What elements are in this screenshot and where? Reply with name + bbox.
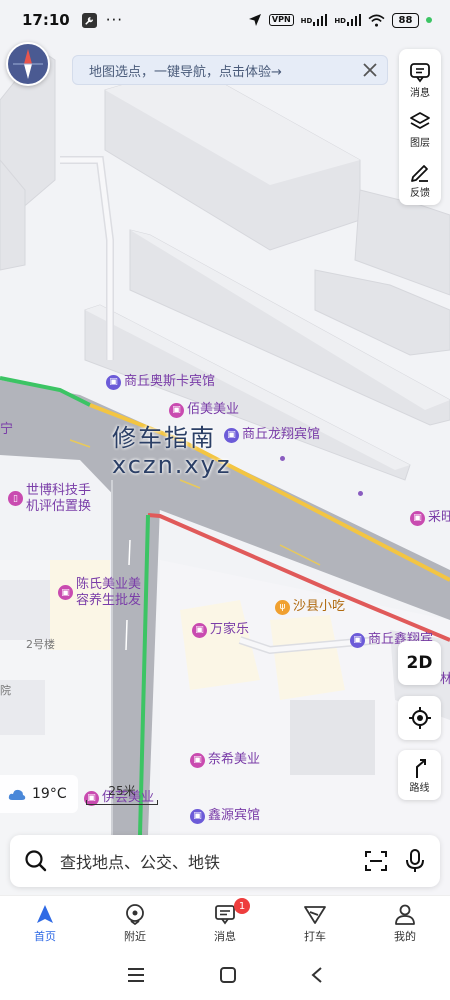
poi-longxiang-hotel[interactable]: ▣ 商丘龙翔宾馆 — [224, 427, 320, 443]
notification-badge: 1 — [234, 898, 250, 914]
nav-messages[interactable]: 消息 1 — [180, 896, 270, 950]
back-icon[interactable] — [310, 966, 324, 984]
search-icon — [25, 850, 47, 872]
microphone-icon[interactable] — [404, 849, 426, 873]
wifi-icon — [368, 14, 385, 27]
poi-shaxian[interactable]: ψ 沙县小吃 — [275, 599, 345, 615]
route-button[interactable]: 路线 — [398, 750, 441, 800]
feedback-tool-button[interactable]: 反馈 — [409, 155, 431, 205]
weather-widget[interactable]: 19°C — [0, 775, 78, 813]
watermark: 修车指南 xczn.xyz — [112, 425, 231, 479]
bottom-navigation: 首页 附近 消息 1 打车 我的 — [0, 895, 450, 950]
watermark-title: 修车指南 — [112, 424, 216, 452]
map-scale-label: 25米 — [108, 784, 136, 798]
profile-icon — [395, 904, 415, 925]
search-placeholder[interactable]: 查找地点、公交、地铁 — [60, 849, 348, 873]
status-time: 17:10 — [22, 11, 70, 29]
poi-osca-hotel[interactable]: ▣ 商丘奥斯卡宾馆 — [106, 374, 215, 390]
pencil-icon — [411, 165, 428, 182]
tip-banner[interactable]: 地图选点，一键导航，点击体验→ — [72, 55, 388, 85]
cloud-icon — [8, 789, 26, 800]
poi-baimei[interactable]: ▣ 佰美美业 — [169, 402, 239, 418]
map-mode-2d-button[interactable]: 2D — [398, 641, 441, 685]
poi-xinyuan-hotel[interactable]: ▣ 鑫源宾馆 — [190, 808, 260, 824]
poi-caiwang[interactable]: ▣ 采旺 — [410, 510, 450, 526]
phone-shop-icon: ▯ — [8, 491, 23, 506]
layers-icon — [410, 112, 430, 129]
nav-profile[interactable]: 我的 — [360, 896, 450, 950]
menu-icon[interactable] — [126, 967, 146, 983]
tip-banner-text: 地图选点，一键导航，点击体验→ — [89, 64, 282, 80]
shop-icon: ▣ — [169, 402, 184, 418]
weather-temperature: 19°C — [32, 786, 67, 802]
map-scale-bar — [86, 800, 158, 805]
signal-icon-2: HD — [334, 14, 361, 26]
poi-chen[interactable]: ▣ 陈氏美业美容养生批发 — [58, 577, 143, 609]
privacy-indicator-dot — [426, 17, 432, 23]
battery-icon: 88 — [392, 12, 419, 28]
map-tool-panel: 消息 图层 反馈 — [399, 49, 441, 205]
nav-taxi[interactable]: 打车 — [270, 896, 360, 950]
taxi-icon — [304, 905, 326, 924]
poi-shibo[interactable]: ▯ 世博科技手机评估置换 — [8, 483, 93, 515]
wrench-icon — [81, 12, 97, 28]
crosshair-icon — [408, 707, 431, 729]
hotel-icon: ▣ — [106, 374, 121, 390]
signal-icon: HD — [301, 14, 328, 26]
nearby-pin-icon — [126, 903, 144, 925]
map-scale: 25米 — [86, 782, 158, 805]
home-arrow-icon — [37, 904, 53, 923]
poi-left-edge-1: 宁 — [0, 422, 14, 437]
shop-icon: ▣ — [410, 510, 425, 526]
watermark-url: xczn.xyz — [112, 451, 232, 479]
shop-icon: ▣ — [190, 752, 205, 768]
shop-icon: ▣ — [58, 585, 73, 600]
message-icon — [410, 63, 430, 83]
poi-building-2: 2号楼 — [26, 638, 55, 651]
hotel-icon: ▣ — [190, 808, 205, 824]
route-turn-icon — [415, 758, 426, 778]
home-square-icon[interactable] — [219, 966, 237, 984]
location-arrow-icon — [248, 14, 261, 26]
poi-dot — [280, 456, 285, 461]
shop-icon: ▣ — [192, 622, 207, 638]
more-dots-icon: ··· — [105, 11, 124, 29]
poi-naixi[interactable]: ▣ 奈希美业 — [190, 752, 260, 768]
scan-icon[interactable] — [364, 849, 388, 873]
close-icon[interactable] — [361, 61, 379, 79]
locate-me-button[interactable] — [398, 696, 441, 740]
messages-tool-button[interactable]: 消息 — [409, 55, 431, 105]
poi-left-edge-2: 院 — [0, 684, 11, 697]
system-navigation-bar — [0, 950, 450, 1000]
vpn-indicator: VPN — [268, 14, 294, 26]
poi-wanjiale[interactable]: ▣ 万家乐 — [192, 622, 249, 638]
nav-nearby[interactable]: 附近 — [90, 896, 180, 950]
message-icon — [215, 904, 235, 924]
map-canvas[interactable]: ▣ 商丘奥斯卡宾馆 ▣ 佰美美业 ▣ 商丘龙翔宾馆 ▯ 世博科技手机评估置换 ▣ 采旺 ▣… — [0, 0, 450, 895]
food-icon: ψ — [275, 599, 290, 615]
hotel-icon: ▣ — [350, 632, 365, 648]
compass-icon — [13, 49, 43, 79]
compass-button[interactable] — [6, 42, 50, 86]
poi-dot — [358, 491, 363, 496]
poi-lin: 林 — [440, 672, 450, 687]
layers-tool-button[interactable]: 图层 — [409, 105, 431, 155]
search-bar[interactable]: 查找地点、公交、地铁 — [10, 835, 440, 887]
nav-home[interactable]: 首页 — [0, 896, 90, 950]
status-bar: 17:10 ··· VPN HD HD 88 — [0, 0, 450, 40]
